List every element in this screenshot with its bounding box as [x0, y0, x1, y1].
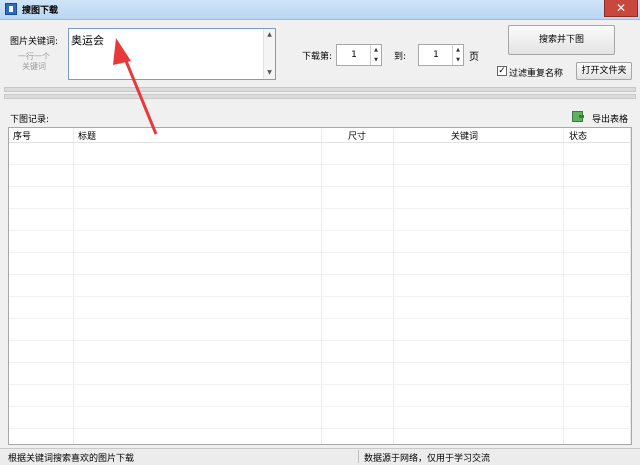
row-gridline	[9, 252, 631, 253]
header-index[interactable]: 序号	[13, 129, 31, 142]
row-gridline	[9, 230, 631, 231]
row-gridline	[9, 362, 631, 363]
status-right-text: 数据源于网络，仅用于学习交流	[364, 454, 491, 464]
row-gridline	[9, 318, 631, 319]
to-label: 到:	[394, 52, 407, 62]
title-bar: 搜图下载 ✕	[0, 0, 640, 20]
column-title	[74, 128, 322, 444]
search-download-button[interactable]: 搜索并下图	[508, 25, 615, 55]
close-button[interactable]: ✕	[604, 0, 638, 17]
header-keyword[interactable]: 关键词	[451, 129, 478, 142]
splitter-top[interactable]	[4, 87, 636, 92]
row-gridline	[9, 406, 631, 407]
keyword-value: 奥运会	[71, 34, 104, 47]
status-separator	[358, 450, 359, 463]
keyword-label: 图片关键词:	[10, 37, 59, 47]
row-gridline	[9, 428, 631, 429]
window-title: 搜图下载	[22, 6, 59, 16]
one-per-line-label: 一行一个 关键词	[18, 52, 50, 71]
keyword-scrollbar[interactable]: ▲ ▼	[263, 29, 275, 79]
header-title[interactable]: 标题	[78, 129, 96, 142]
row-gridline	[9, 186, 631, 187]
increment-icon[interactable]: ▲	[453, 45, 463, 55]
column-index	[9, 128, 74, 444]
column-keyword	[394, 128, 564, 444]
records-label: 下图记录:	[10, 115, 50, 125]
splitter-bottom[interactable]	[4, 94, 636, 99]
decrement-icon[interactable]: ▼	[453, 55, 463, 65]
end-page-stepper[interactable]: 1 ▲ ▼	[418, 44, 464, 66]
scroll-down-icon[interactable]: ▼	[264, 68, 275, 78]
keyword-input[interactable]: 奥运会 ▲ ▼	[68, 28, 276, 80]
one-per-line-button[interactable]: 一行一个 关键词	[14, 52, 54, 72]
filter-duplicates-label: 过滤重复名称	[509, 69, 564, 79]
row-gridline	[9, 384, 631, 385]
records-table[interactable]: 序号 标题 尺寸 关键词 状态	[8, 127, 632, 445]
end-page-value: 1	[433, 50, 439, 60]
column-size	[322, 128, 394, 444]
header-size[interactable]: 尺寸	[348, 129, 366, 142]
column-status	[564, 128, 631, 444]
header-status[interactable]: 状态	[569, 129, 587, 142]
row-gridline	[9, 274, 631, 275]
row-gridline	[9, 164, 631, 165]
status-left-text: 根据关键词搜索喜欢的图片下载	[8, 454, 135, 464]
start-page-value: 1	[351, 50, 357, 60]
decrement-icon[interactable]: ▼	[371, 55, 381, 65]
row-gridline	[9, 208, 631, 209]
row-gridline	[9, 296, 631, 297]
open-folder-button[interactable]: 打开文件夹	[576, 62, 632, 80]
increment-icon[interactable]: ▲	[371, 45, 381, 55]
table-header: 序号 标题 尺寸 关键词 状态	[9, 128, 631, 143]
start-page-stepper[interactable]: 1 ▲ ▼	[336, 44, 382, 66]
row-gridline	[9, 340, 631, 341]
filter-duplicates-checkbox[interactable]: ✓	[497, 66, 507, 76]
scroll-up-icon[interactable]: ▲	[264, 30, 275, 40]
page-unit-label: 页	[469, 52, 479, 63]
export-table-button[interactable]: 导出表格	[592, 112, 628, 125]
app-icon	[5, 3, 17, 15]
export-table-icon[interactable]	[572, 111, 584, 122]
download-page-label: 下载第:	[302, 52, 333, 62]
status-bar: 根据关键词搜索喜欢的图片下载 数据源于网络，仅用于学习交流	[0, 448, 640, 465]
